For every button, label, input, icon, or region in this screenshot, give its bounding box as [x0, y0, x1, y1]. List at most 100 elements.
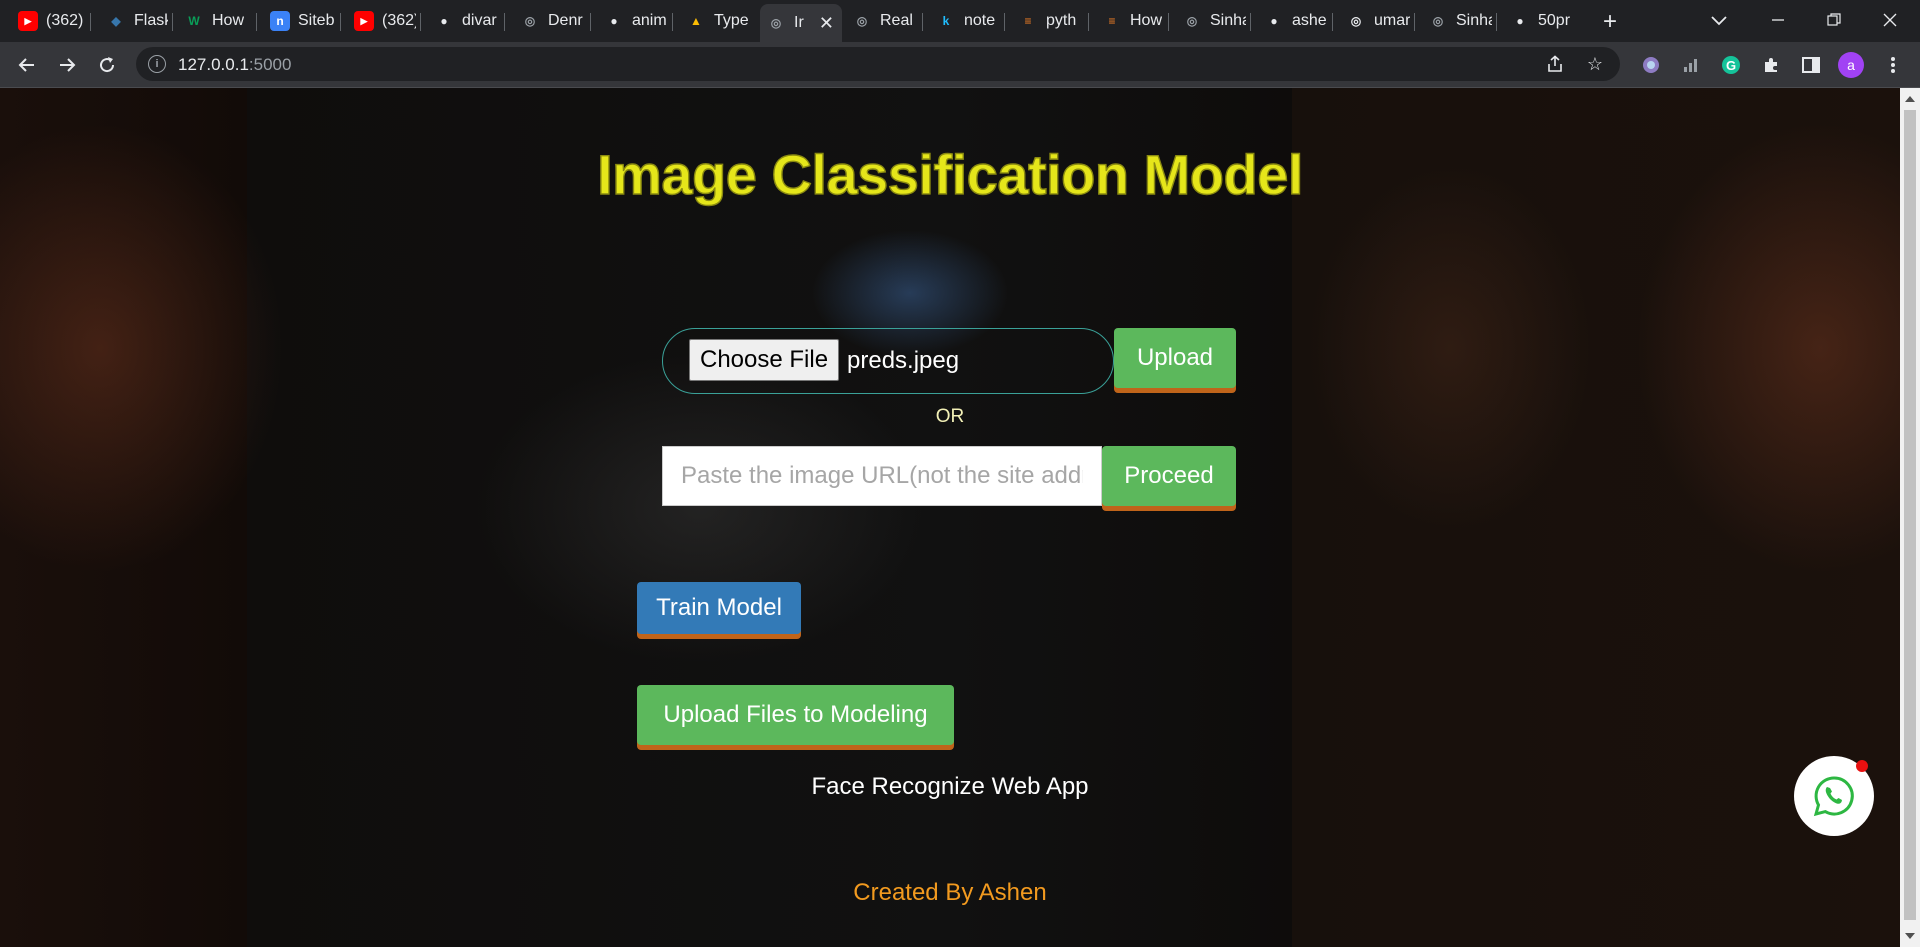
tab-title: anim — [632, 12, 667, 29]
browser-tab[interactable]: ◎ Ir ✕ — [760, 4, 842, 42]
face-recognize-link[interactable]: Face Recognize Web App — [760, 773, 1140, 801]
tab-strip: + ▶ (362) ◆ Flask W How n Siteb ▶ (362) ● divar ◎ Den… — [0, 0, 1920, 42]
address-bar[interactable]: i 127.0.0.1:5000 ☆ — [136, 47, 1620, 81]
browser-tab[interactable]: ● ashe — [1258, 6, 1328, 36]
reload-button[interactable] — [92, 50, 122, 80]
image-url-input[interactable] — [662, 446, 1102, 506]
tab-title: pyth — [1046, 12, 1077, 29]
upload-files-to-modeling-button[interactable]: Upload Files to Modeling — [637, 685, 954, 745]
tab-title: Sinha — [1456, 12, 1492, 29]
browser-tab[interactable]: n Siteb — [264, 6, 336, 36]
tab-title: Ir — [794, 14, 804, 31]
tab-title: Type — [714, 12, 748, 29]
signal-extension-icon[interactable] — [1678, 52, 1704, 78]
new-tab-button[interactable]: + — [1596, 8, 1624, 36]
tab-title: umar — [1374, 12, 1410, 29]
extension-bubble-icon[interactable] — [1638, 52, 1664, 78]
share-icon[interactable] — [1542, 51, 1568, 77]
tab-title: Real — [880, 12, 913, 29]
k-icon: k — [942, 14, 950, 28]
browser-tab[interactable]: ◎ Sinha — [1422, 6, 1492, 36]
browser-tab[interactable]: k note — [930, 6, 1000, 36]
close-window-button[interactable] — [1876, 6, 1904, 34]
scroll-thumb[interactable] — [1904, 110, 1916, 920]
page-scrollbar[interactable] — [1900, 88, 1920, 947]
browser-tab[interactable]: W How — [178, 6, 252, 36]
tab-title: Siteb — [298, 12, 335, 29]
tab-title: divar — [462, 12, 497, 29]
github-icon: ● — [610, 14, 618, 28]
tab-title: Flask — [134, 12, 168, 29]
tab-separator — [504, 13, 505, 31]
or-separator: OR — [935, 406, 965, 427]
tab-separator — [922, 13, 923, 31]
tab-separator — [172, 13, 173, 31]
url-text: 127.0.0.1:5000 — [178, 55, 292, 74]
tab-title: Sinha — [1210, 12, 1246, 29]
tab-separator — [1250, 13, 1251, 31]
browser-tab[interactable]: ● anim — [598, 6, 668, 36]
bookmark-star-icon[interactable]: ☆ — [1582, 51, 1608, 77]
svg-text:G: G — [1726, 58, 1736, 73]
notification-dot — [1856, 760, 1868, 772]
tab-separator — [1496, 13, 1497, 31]
restore-button[interactable] — [1820, 6, 1848, 34]
grammarly-icon[interactable]: G — [1718, 52, 1744, 78]
choose-file-button[interactable]: Choose File — [689, 339, 840, 381]
github-icon: ● — [440, 14, 448, 28]
stackoverflow-icon: ≡ — [1024, 14, 1032, 28]
site-info-icon[interactable]: i — [148, 55, 166, 73]
globe-icon: ◎ — [524, 14, 536, 28]
tab-title: How — [212, 12, 245, 29]
back-button[interactable] — [12, 50, 42, 80]
train-model-button[interactable]: Train Model — [637, 582, 801, 634]
extensions-puzzle-icon[interactable] — [1758, 52, 1784, 78]
tab-separator — [340, 13, 341, 31]
tab-separator — [1004, 13, 1005, 31]
browser-tab[interactable]: ◆ Flask — [100, 6, 168, 36]
browser-tab[interactable]: ≡ How — [1096, 6, 1164, 36]
file-upload-field[interactable]: Choose File preds.jpeg — [662, 328, 1114, 394]
globe-icon: ◎ — [856, 14, 868, 28]
browser-tab[interactable]: ◎ Sinha — [1176, 6, 1246, 36]
scroll-down-arrow[interactable] — [1905, 933, 1915, 939]
tab-separator — [256, 13, 257, 31]
whatsapp-icon — [1813, 776, 1854, 817]
browser-tab[interactable]: ● divar — [428, 6, 500, 36]
n-icon: n — [270, 11, 290, 31]
close-tab-icon[interactable]: ✕ — [819, 13, 834, 34]
browser-tab[interactable]: ▶ (362) — [348, 6, 416, 36]
browser-tab[interactable]: ◎ umar — [1340, 6, 1410, 36]
profile-avatar[interactable]: a — [1838, 52, 1864, 78]
stackoverflow-icon: ≡ — [1108, 14, 1116, 28]
side-panel-icon[interactable] — [1798, 52, 1824, 78]
python-icon: ◆ — [111, 14, 121, 28]
scroll-up-arrow[interactable] — [1905, 96, 1915, 102]
youtube-icon: ▶ — [354, 11, 374, 31]
avatar-letter: a — [1847, 57, 1855, 73]
tab-separator — [672, 13, 673, 31]
selected-file-name: preds.jpeg — [847, 347, 960, 374]
github-icon: ● — [1516, 14, 1524, 28]
browser-tab[interactable]: ◎ Denr — [514, 6, 586, 36]
tab-title: (362) — [382, 12, 416, 29]
tab-title: Denr — [548, 12, 583, 29]
browser-tab[interactable]: ▲ Type — [680, 6, 748, 36]
youtube-icon: ▶ — [18, 11, 38, 31]
tab-search-button[interactable] — [1706, 8, 1732, 34]
proceed-button[interactable]: Proceed — [1102, 446, 1236, 506]
browser-tab[interactable]: ▶ (362) — [12, 6, 86, 36]
w-icon: W — [188, 14, 200, 28]
forward-button[interactable] — [52, 50, 82, 80]
page-title: Image Classification Model — [596, 142, 1304, 206]
minimize-button[interactable] — [1764, 6, 1792, 34]
browser-tab[interactable]: ● 50pr — [1504, 6, 1574, 36]
globe-icon: ◎ — [1186, 14, 1198, 28]
upload-button[interactable]: Upload — [1114, 328, 1236, 388]
tab-separator — [1088, 13, 1089, 31]
globe-icon: ◎ — [770, 16, 782, 30]
browser-tab[interactable]: ≡ pyth — [1012, 6, 1084, 36]
browser-tab[interactable]: ◎ Real — [846, 6, 918, 36]
menu-kebab-icon[interactable] — [1880, 52, 1906, 78]
tab-separator — [590, 13, 591, 31]
